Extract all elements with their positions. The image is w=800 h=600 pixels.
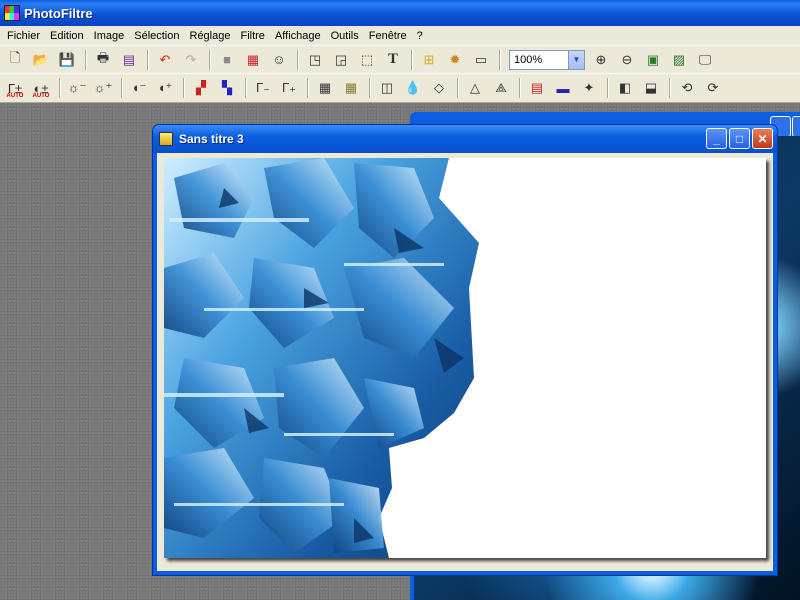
maximize-icon[interactable]: □ (729, 128, 750, 149)
menu-selection[interactable]: Sélection (129, 30, 184, 42)
rgb-icon[interactable]: ▤ (525, 77, 549, 99)
saturation-minus-icon[interactable]: ▞ (189, 77, 213, 99)
menu-filtre[interactable]: Filtre (235, 30, 269, 42)
document-title: Sans titre 3 (179, 132, 244, 146)
close-icon[interactable]: ✕ (752, 128, 773, 149)
blur-icon[interactable]: ◫ (375, 77, 399, 99)
plugin-icon[interactable]: ✹ (443, 49, 467, 71)
menu-bar: Fichier Edition Image Sélection Réglage … (0, 26, 800, 45)
filter-toolbar: Γ± AUTO ◐± AUTO ☼⁻ ☼⁺ ◖⁻ ◖⁺ ▞ ▚ Γ₋ Γ₊ ▦ ▦ … (0, 73, 800, 103)
canvas-artwork (164, 158, 479, 558)
auto-label: AUTO (6, 93, 24, 99)
toolbar-separator (411, 49, 413, 70)
gradient-icon[interactable]: ▬ (551, 77, 575, 99)
main-toolbar: 🗋 📂 💾 🖶 ▤ ↶ ↷ ■ ▦ ☺ ◳ ◲ ⬚ T ⊞ ✹ ▭ 100% ▼… (0, 45, 800, 73)
sharpen-icon[interactable]: △ (463, 77, 487, 99)
contrast-minus-icon[interactable]: ◖⁻ (127, 77, 151, 99)
rotate-left-icon[interactable]: ⟲ (675, 77, 699, 99)
document-titlebar[interactable]: Sans titre 3 (153, 125, 777, 153)
image-canvas[interactable] (164, 158, 766, 558)
menu-help[interactable]: ? (412, 30, 428, 42)
zoom-in-icon[interactable]: ⊕ (589, 49, 613, 71)
toolbar-separator (369, 78, 371, 98)
actual-size-icon[interactable]: ▨ (667, 49, 691, 71)
document-window: Sans titre 3 _ □ ✕ (152, 124, 778, 576)
toolbar-separator (121, 78, 123, 98)
window-controls: _ □ ✕ (706, 128, 773, 149)
app-titlebar: PhotoFiltre (0, 0, 800, 26)
grayscale-icon[interactable]: ▦ (313, 77, 337, 99)
toolbar-separator (297, 49, 299, 70)
auto-contrast-icon[interactable]: ◐± AUTO (29, 77, 53, 100)
zoom-select[interactable]: 100% ▼ (509, 49, 585, 70)
lasso-tool-icon[interactable]: ◲ (329, 49, 353, 71)
explorer-icon[interactable]: ⊞ (417, 49, 441, 71)
toolbar-separator (669, 78, 671, 98)
print-icon[interactable]: 🖶 (91, 49, 115, 71)
toolbar-separator (85, 49, 87, 70)
window-icon[interactable]: ▭ (469, 49, 493, 71)
open-folder-icon[interactable]: 📂 (29, 49, 53, 71)
menu-edition[interactable]: Edition (45, 30, 89, 42)
toolbar-separator (59, 78, 61, 98)
scan-icon[interactable]: ▤ (117, 49, 141, 71)
toolbar-separator (607, 78, 609, 98)
background-window-maximize-icon[interactable] (792, 116, 800, 137)
saturation-plus-icon[interactable]: ▚ (215, 77, 239, 99)
zoom-out-icon[interactable]: ⊖ (615, 49, 639, 71)
redo-icon[interactable]: ↷ (179, 49, 203, 71)
toolbar-separator (245, 78, 247, 98)
drop-more-icon[interactable]: ◇ (427, 77, 451, 99)
toolbar-separator (457, 78, 459, 98)
menu-fenetre[interactable]: Fenêtre (364, 30, 412, 42)
sharpen-more-icon[interactable]: ⟁ (489, 77, 513, 99)
animation-icon[interactable]: ☺ (267, 49, 291, 71)
zoom-value: 100% (514, 53, 543, 66)
contrast-plus-icon[interactable]: ◖⁺ (153, 77, 177, 99)
gray-fill-icon[interactable]: ■ (215, 49, 239, 71)
toolbar-separator (209, 49, 211, 70)
chevron-down-icon[interactable]: ▼ (568, 50, 584, 69)
menu-outils[interactable]: Outils (326, 30, 364, 42)
gamma-plus-icon[interactable]: Γ₊ (277, 77, 301, 99)
new-file-icon[interactable]: 🗋 (3, 49, 27, 71)
menu-fichier[interactable]: Fichier (2, 30, 45, 42)
brightness-plus-icon[interactable]: ☼⁺ (91, 77, 115, 99)
save-icon[interactable]: 💾 (55, 49, 79, 71)
document-icon (159, 132, 173, 146)
gamma-minus-icon[interactable]: Γ₋ (251, 77, 275, 99)
auto-label: AUTO (32, 93, 50, 99)
flip-horizontal-icon[interactable]: ◧ (613, 77, 637, 99)
select-tool-icon[interactable]: ◳ (303, 49, 327, 71)
app-title: PhotoFiltre (24, 5, 93, 21)
crop-tool-icon[interactable]: ⬚ (355, 49, 379, 71)
fullscreen-icon[interactable]: 🖵 (693, 49, 717, 71)
app-icon (4, 5, 20, 21)
fit-image-icon[interactable]: ▣ (641, 49, 665, 71)
minimize-icon[interactable]: _ (706, 128, 727, 149)
sepia-icon[interactable]: ▦ (339, 77, 363, 99)
toolbar-separator (519, 78, 521, 98)
brightness-minus-icon[interactable]: ☼⁻ (65, 77, 89, 99)
toolbar-separator (147, 49, 149, 70)
text-tool-icon[interactable]: T (381, 49, 405, 71)
toolbar-separator (499, 49, 501, 70)
palette-icon[interactable]: ▦ (241, 49, 265, 71)
toolbar-separator (183, 78, 185, 98)
document-body (157, 153, 773, 571)
toolbar-separator (307, 78, 309, 98)
undo-icon[interactable]: ↶ (153, 49, 177, 71)
auto-levels-icon[interactable]: Γ± AUTO (3, 77, 27, 100)
menu-image[interactable]: Image (89, 30, 130, 42)
menu-affichage[interactable]: Affichage (270, 30, 326, 42)
menu-reglage[interactable]: Réglage (185, 30, 236, 42)
rotate-right-icon[interactable]: ⟳ (701, 77, 725, 99)
flip-vertical-icon[interactable]: ⬓ (639, 77, 663, 99)
effect-icon[interactable]: ✦ (577, 77, 601, 99)
drop-icon[interactable]: 💧 (401, 77, 425, 99)
